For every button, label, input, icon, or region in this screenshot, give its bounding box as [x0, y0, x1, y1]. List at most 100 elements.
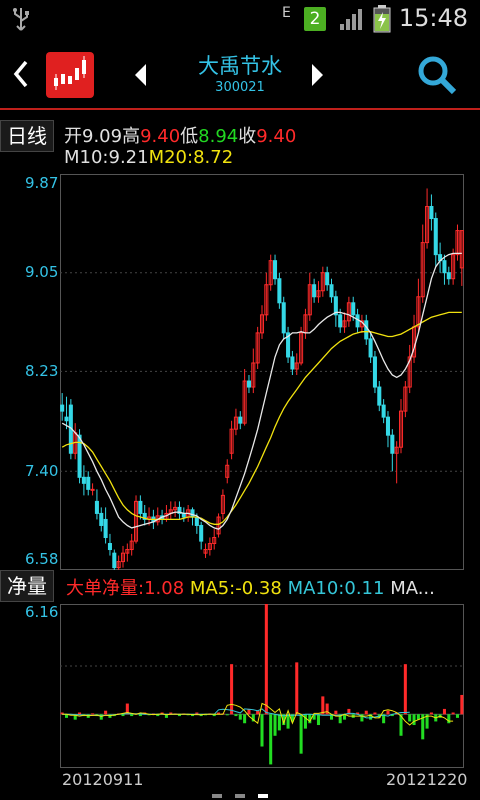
price-tick: 9.05	[25, 263, 59, 281]
high-label: 高	[122, 126, 141, 147]
candle-body	[112, 552, 117, 569]
volume-bar	[386, 710, 390, 715]
volume-bar	[234, 714, 238, 717]
volume-bar	[238, 714, 242, 720]
big-order-net: 大单净量:1.08	[66, 578, 185, 599]
volume-top-tick: 6.16	[25, 603, 59, 621]
net-volume-chart[interactable]	[60, 604, 464, 768]
signal-icon	[340, 9, 362, 30]
volume-bar	[447, 714, 451, 724]
candle-body	[90, 488, 95, 491]
candlestick-logo-icon	[54, 56, 86, 90]
volume-bar	[121, 714, 125, 717]
volume-bar	[429, 712, 433, 715]
page-indicator-active[interactable]	[258, 794, 268, 798]
candlestick-chart[interactable]	[60, 174, 464, 570]
volume-bar	[273, 714, 277, 736]
candle-body	[372, 356, 377, 388]
status-bar: E 2 15:48	[0, 0, 480, 38]
volume-bar	[130, 714, 134, 717]
candle-body	[351, 302, 356, 316]
candle-body	[338, 314, 343, 328]
volume-bar	[78, 712, 82, 715]
low-label: 低	[180, 126, 199, 147]
volume-bar	[295, 662, 299, 715]
price-tick: 7.40	[25, 462, 59, 480]
volume-bar	[299, 714, 303, 754]
candle-body	[377, 386, 382, 406]
volume-bar	[460, 694, 464, 715]
candle-body	[329, 284, 334, 298]
indicator-tab[interactable]: 净量	[0, 570, 54, 602]
candle-body	[381, 404, 386, 418]
volume-bar	[286, 714, 290, 729]
volume-bar	[442, 708, 446, 715]
sim-badge: 2	[304, 7, 326, 31]
ma10-label: M10:	[64, 147, 109, 168]
candle-body	[446, 272, 451, 280]
volume-bar	[138, 714, 142, 717]
price-tick: 8.23	[25, 362, 59, 380]
open-label: 开	[64, 126, 82, 147]
candle-body	[107, 543, 112, 551]
network-type: E	[282, 5, 291, 21]
volume-bar	[412, 714, 416, 726]
ma-line: M10:9.21M20:8.72	[64, 147, 233, 168]
candle-body	[277, 278, 282, 304]
close-label: 收	[238, 126, 257, 147]
volume-bar	[451, 712, 455, 715]
volume-bar	[403, 664, 407, 715]
candle-body	[442, 260, 447, 274]
volume-bar	[260, 714, 264, 747]
candle-body	[385, 416, 390, 436]
ma20-value: 8.72	[193, 147, 234, 168]
ohlc-line: 开9.09高9.40低8.94收9.40	[64, 122, 296, 148]
candle-body	[190, 509, 195, 518]
volume-bar	[264, 604, 268, 715]
end-date: 20121220	[386, 770, 468, 789]
back-arrow-icon[interactable]	[10, 58, 32, 90]
candle-body	[364, 320, 369, 340]
indicator-ma5: MA5:-0.38	[189, 578, 282, 599]
candle-body	[199, 524, 204, 542]
page-indicator[interactable]	[235, 794, 245, 798]
volume-bar	[91, 713, 95, 715]
battery-charging-icon	[373, 5, 391, 33]
ma20-label: M20:	[148, 147, 194, 168]
volume-bar	[408, 714, 412, 722]
candle-body	[290, 356, 295, 370]
page-indicator[interactable]	[212, 794, 222, 798]
candle-body	[429, 205, 434, 220]
candle-body	[281, 302, 286, 334]
volume-bar	[364, 710, 368, 715]
candle-body	[325, 272, 330, 286]
volume-bar	[316, 714, 320, 726]
candle-body	[273, 260, 278, 280]
next-stock-icon[interactable]	[310, 62, 326, 88]
indicator-ma10: MA10:0.11	[287, 578, 385, 599]
search-icon[interactable]	[416, 54, 460, 98]
volume-bar	[230, 664, 234, 715]
volume-bar	[455, 714, 460, 718]
candle-body	[368, 338, 373, 358]
volume-bar	[104, 710, 108, 715]
open-value: 9.09	[82, 126, 123, 147]
start-date: 20120911	[62, 770, 144, 789]
indicator-line: 大单净量:1.08 MA5:-0.38 MA10:0.11 MA...	[66, 574, 435, 600]
period-tab[interactable]: 日线	[0, 120, 54, 152]
candle-body	[390, 434, 395, 454]
price-tick: 6.58	[25, 550, 59, 568]
ma10-value: 9.21	[108, 147, 149, 168]
candle-body	[60, 404, 65, 412]
volume-bar	[256, 710, 260, 715]
high-value: 9.40	[140, 126, 181, 147]
candle-body	[103, 518, 108, 539]
volume-bar	[243, 714, 247, 724]
app-logo[interactable]	[46, 52, 94, 98]
volume-bar	[225, 714, 229, 716]
candle-body	[238, 416, 243, 424]
candle-body	[94, 500, 99, 514]
candle-body	[138, 500, 143, 514]
candle-body	[246, 380, 251, 388]
clock: 15:48	[398, 4, 468, 32]
